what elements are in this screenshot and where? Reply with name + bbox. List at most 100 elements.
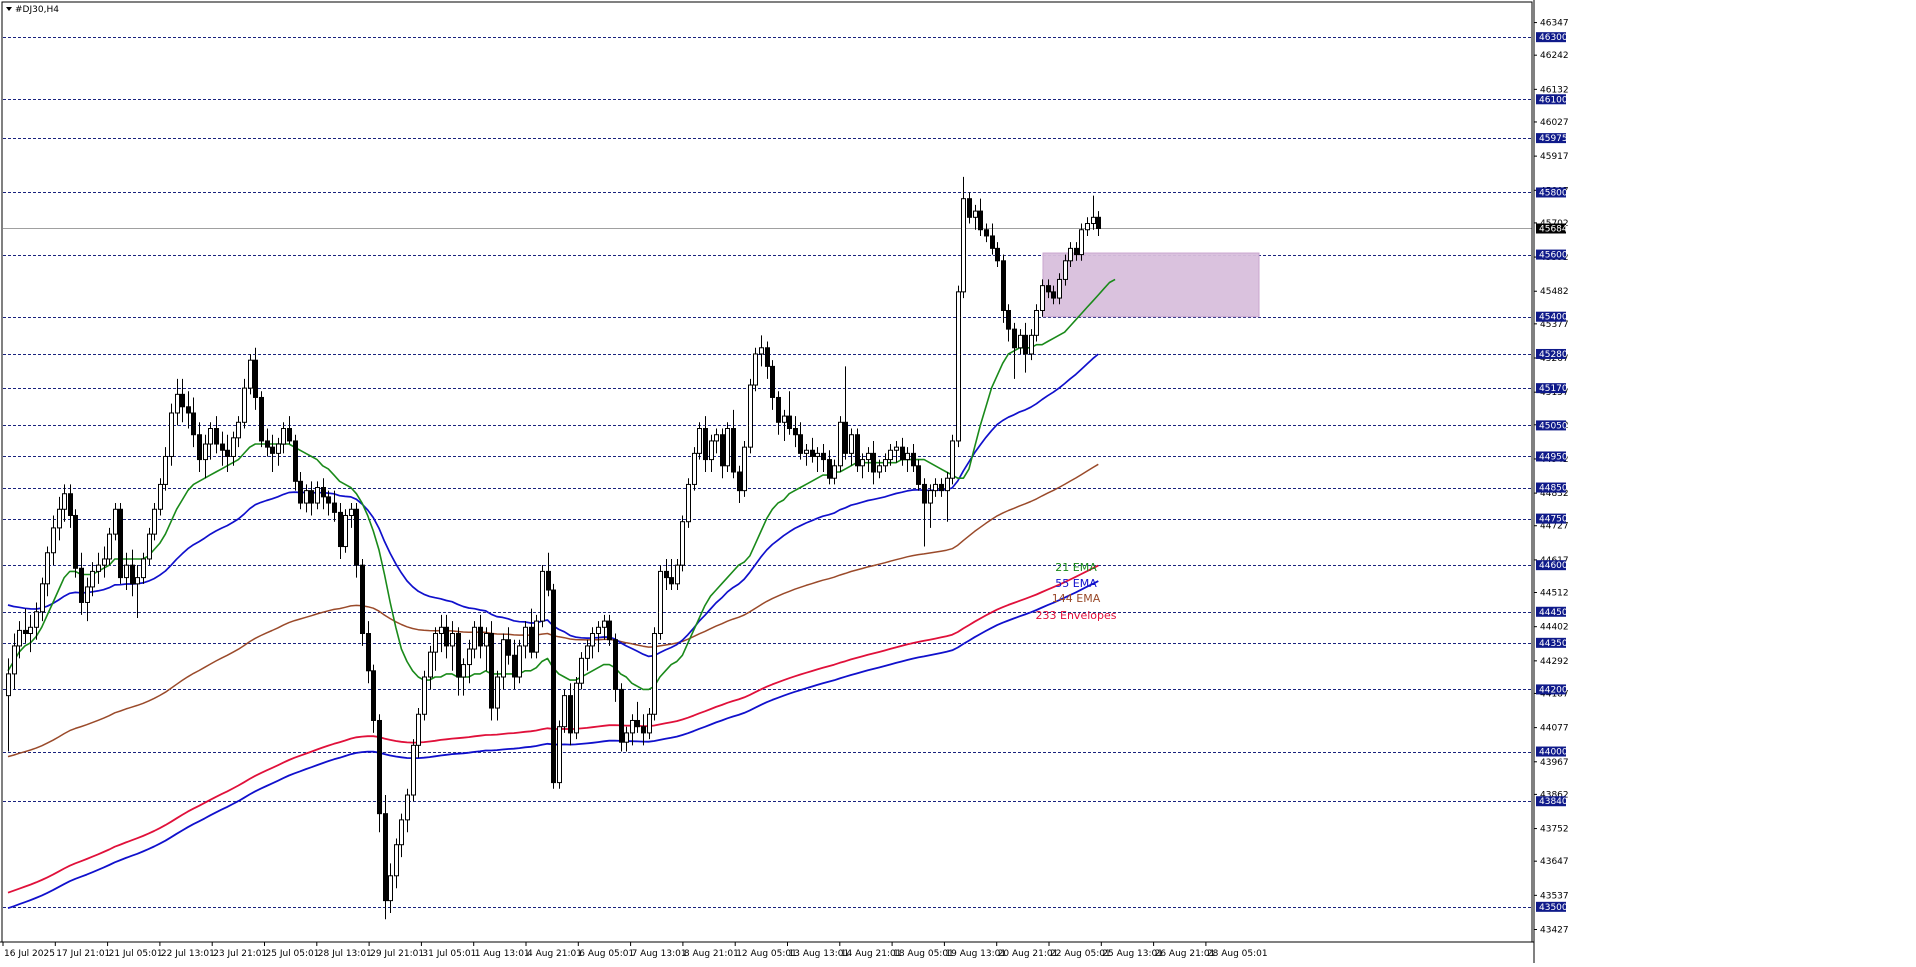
candle-body <box>945 477 950 492</box>
candle-body <box>23 629 28 635</box>
candle-body <box>214 428 219 445</box>
level-label: 44000 <box>1539 748 1568 758</box>
candle-body <box>118 508 123 579</box>
candle <box>658 565 663 640</box>
candle-body <box>383 813 388 902</box>
candle-body <box>602 620 607 628</box>
chart-window[interactable]: 4634746242461324602745917458074570245592… <box>0 0 1916 963</box>
candle <box>855 428 860 472</box>
candle-body <box>270 446 275 454</box>
candle-body <box>793 428 798 436</box>
candle-body <box>399 819 404 846</box>
candle-body <box>922 483 927 504</box>
candle-body <box>619 688 624 743</box>
candle <box>360 558 365 646</box>
candle <box>73 509 78 578</box>
candle-body <box>973 210 978 218</box>
candle-body <box>338 511 343 548</box>
candle-body <box>613 639 618 690</box>
candle-body <box>253 359 258 398</box>
candle-body <box>849 434 854 454</box>
candle-body <box>647 713 652 734</box>
candle-body <box>62 493 67 510</box>
candle-body <box>725 428 730 467</box>
candle-body <box>894 446 899 451</box>
level-label: 45600 <box>1539 251 1568 261</box>
candle <box>574 676 579 740</box>
supply-demand-zone <box>1042 252 1260 318</box>
level-label: 44750 <box>1539 515 1568 525</box>
time-tick-label: 16 Jul 2025 <box>4 949 55 959</box>
candle <box>680 515 685 572</box>
candle-body <box>978 210 983 231</box>
candle-body <box>1006 309 1011 330</box>
candle-body <box>102 558 107 566</box>
candle-body <box>529 626 534 653</box>
candle-body <box>821 452 826 461</box>
candle-body <box>309 490 314 504</box>
time-tick-label: 7 Aug 13:01 <box>632 949 687 959</box>
candle-body <box>147 533 152 560</box>
candle-body <box>501 639 506 678</box>
candle-body <box>933 483 938 492</box>
candle-body <box>720 434 725 467</box>
candle-body <box>579 657 584 684</box>
candle-body <box>17 629 22 647</box>
candle-body <box>1085 223 1090 231</box>
candle <box>411 739 416 802</box>
candle-body <box>428 651 433 678</box>
candle-body <box>203 443 208 461</box>
candle <box>652 627 657 721</box>
candle <box>753 347 758 392</box>
candle-body <box>124 564 129 579</box>
candle <box>169 403 174 466</box>
candle-body <box>517 645 522 678</box>
candle <box>422 670 427 721</box>
candle-body <box>248 359 253 389</box>
candle-body <box>562 695 567 728</box>
candle-body <box>1040 285 1045 311</box>
time-tick-label: 23 Jul 21:01 <box>213 949 267 959</box>
candle-body <box>1012 328 1017 349</box>
candle-body <box>444 626 449 647</box>
candle-body <box>911 452 916 467</box>
candle-body <box>630 719 635 734</box>
price-tick-label: 46027 <box>1540 118 1569 128</box>
candle-body <box>141 558 146 579</box>
candle-body <box>523 626 528 647</box>
candle-body <box>158 483 163 510</box>
candle-body <box>1018 334 1023 349</box>
level-label: 44600 <box>1539 561 1568 571</box>
candle-body <box>265 440 270 448</box>
candle-body <box>1029 334 1034 355</box>
candle-body <box>40 583 45 613</box>
candle-body <box>641 726 646 734</box>
candle-body <box>422 676 427 715</box>
candle-body <box>293 440 298 482</box>
candle-body <box>770 365 775 398</box>
price-chart[interactable]: 4634746242461324602745917458074570245592… <box>0 0 1916 963</box>
candle <box>725 422 730 472</box>
candle-body <box>1079 229 1084 256</box>
candle-body <box>34 611 39 628</box>
price-tick-label: 45482 <box>1540 287 1569 297</box>
candle <box>686 478 691 528</box>
candle-body <box>85 586 90 603</box>
candle <box>838 416 843 472</box>
candle-body <box>394 844 399 877</box>
candle-body <box>79 567 84 603</box>
time-tick-label: 6 Aug 05:01 <box>579 949 634 959</box>
candle-body <box>45 552 50 585</box>
price-tick-label: 46242 <box>1540 51 1569 61</box>
candle-body <box>51 527 56 554</box>
candle-body <box>900 446 905 461</box>
candle-body <box>231 437 236 457</box>
candle-body <box>405 794 410 821</box>
candle-body <box>557 726 562 784</box>
candle-body <box>191 412 196 436</box>
candle-body <box>748 384 753 448</box>
candle <box>950 434 955 485</box>
candle-body <box>759 347 764 355</box>
candle <box>562 689 567 733</box>
candle <box>259 391 264 448</box>
